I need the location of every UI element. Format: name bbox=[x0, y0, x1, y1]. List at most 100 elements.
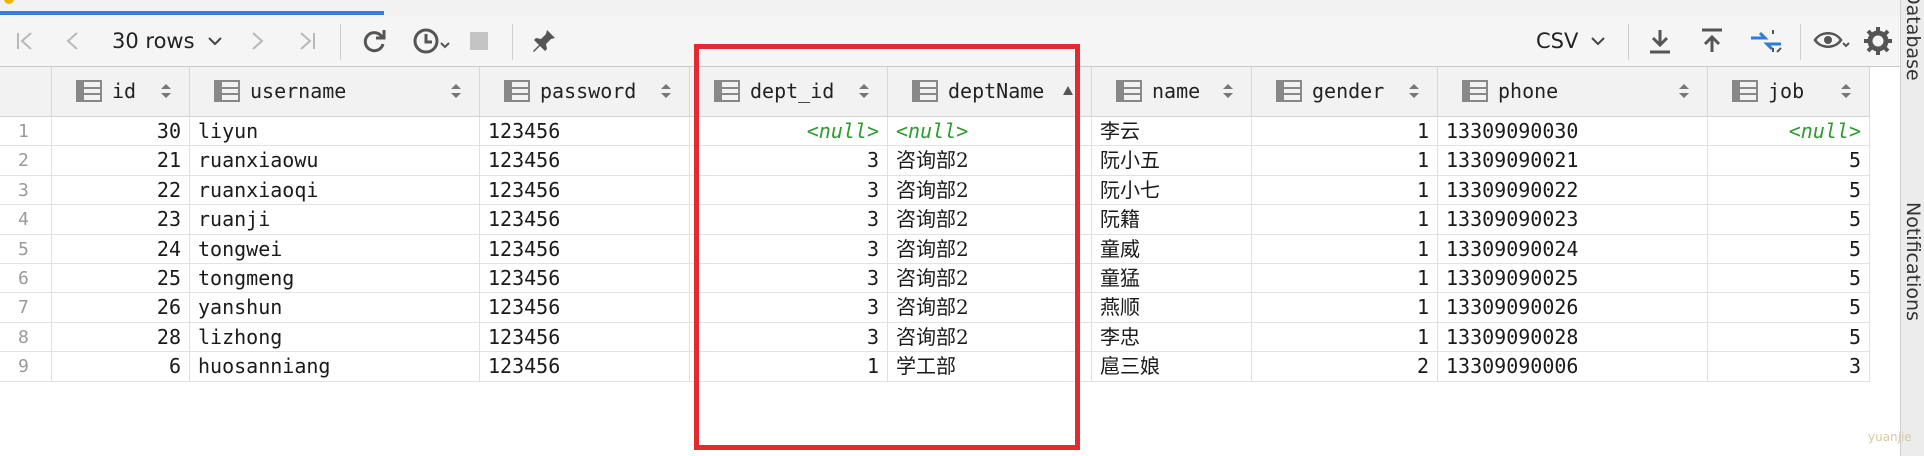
cell-password[interactable]: 123456 bbox=[480, 205, 690, 235]
cell-gender[interactable]: 1 bbox=[1252, 234, 1438, 264]
cell-job[interactable]: 5 bbox=[1708, 205, 1870, 235]
column-header-gender[interactable]: gender bbox=[1252, 67, 1438, 116]
column-header-username[interactable]: username bbox=[190, 67, 480, 116]
cell-dept-id[interactable]: 3 bbox=[690, 146, 888, 176]
cell-dept-id[interactable]: 1 bbox=[690, 352, 888, 382]
cell-phone[interactable]: 13309090006 bbox=[1438, 352, 1708, 382]
cell-job[interactable]: 5 bbox=[1708, 234, 1870, 264]
sort-icon[interactable] bbox=[661, 83, 671, 99]
cell-name[interactable]: 扈三娘 bbox=[1092, 352, 1252, 382]
table-row[interactable]: 7 26 yanshun 123456 3 咨询部2 燕顺 1 13309090026 5 bbox=[0, 293, 1870, 323]
column-header-deptname[interactable]: deptName bbox=[888, 67, 1092, 116]
table-row[interactable]: 1 30 liyun 123456 <null> <null> 李云 1 13309090030… bbox=[0, 117, 1870, 147]
eye-icon[interactable] bbox=[1812, 24, 1852, 58]
cell-name[interactable]: 阮小五 bbox=[1092, 146, 1252, 176]
table-row[interactable]: 6 25 tongmeng 123456 3 咨询部2 童猛 1 13309090025 5 bbox=[0, 264, 1870, 294]
cell-phone[interactable]: 13309090026 bbox=[1438, 293, 1708, 323]
column-header-id[interactable]: id bbox=[52, 67, 190, 116]
table-row[interactable]: 8 28 lizhong 123456 3 咨询部2 李忠 1 13309090028 5 bbox=[0, 322, 1870, 353]
column-header-job[interactable]: job bbox=[1708, 67, 1870, 116]
pin-icon[interactable] bbox=[526, 24, 562, 58]
sort-icon[interactable] bbox=[451, 83, 461, 99]
upload-icon[interactable] bbox=[1694, 24, 1730, 58]
table-row[interactable]: 3 22 ruanxiaoqi 123456 3 咨询部2 阮小七 1 13309090022 5 bbox=[0, 175, 1870, 206]
sort-icon[interactable] bbox=[1679, 83, 1689, 99]
cell-job[interactable]: 5 bbox=[1708, 264, 1870, 294]
cell-id[interactable]: 22 bbox=[52, 175, 190, 206]
cell-id[interactable]: 21 bbox=[52, 146, 190, 176]
cell-name[interactable]: 童猛 bbox=[1092, 264, 1252, 294]
cell-id[interactable]: 23 bbox=[52, 205, 190, 235]
cell-password[interactable]: 123456 bbox=[480, 264, 690, 294]
cell-job[interactable]: 3 bbox=[1708, 352, 1870, 382]
rows-count-dropdown[interactable]: 30 rows bbox=[112, 24, 223, 58]
cell-deptname[interactable]: 咨询部2 bbox=[888, 146, 1092, 176]
cell-password[interactable]: 123456 bbox=[480, 322, 690, 353]
cell-gender[interactable]: 1 bbox=[1252, 175, 1438, 206]
column-header-name[interactable]: name bbox=[1092, 67, 1252, 116]
cell-gender[interactable]: 1 bbox=[1252, 117, 1438, 147]
cell-job[interactable]: 5 bbox=[1708, 175, 1870, 206]
cell-name[interactable]: 阮籍 bbox=[1092, 205, 1252, 235]
cell-phone[interactable]: 13309090023 bbox=[1438, 205, 1708, 235]
cell-deptname[interactable]: 学工部 bbox=[888, 352, 1092, 382]
cell-username[interactable]: yanshun bbox=[190, 293, 480, 323]
cell-name[interactable]: 燕顺 bbox=[1092, 293, 1252, 323]
table-row[interactable]: 2 21 ruanxiaowu 123456 3 咨询部2 阮小五 1 13309090021 5 bbox=[0, 146, 1870, 176]
notifications-panel-tab[interactable]: Notifications bbox=[1902, 202, 1924, 321]
cell-password[interactable]: 123456 bbox=[480, 146, 690, 176]
cell-username[interactable]: tongwei bbox=[190, 234, 480, 264]
sort-icon[interactable] bbox=[161, 83, 171, 99]
column-header-phone[interactable]: phone bbox=[1438, 67, 1708, 116]
download-icon[interactable] bbox=[1642, 24, 1678, 58]
cell-id[interactable]: 6 bbox=[52, 352, 190, 382]
cell-id[interactable]: 28 bbox=[52, 322, 190, 353]
cell-job[interactable]: 5 bbox=[1708, 146, 1870, 176]
database-panel-tab[interactable]: Database bbox=[1902, 0, 1924, 81]
cell-password[interactable]: 123456 bbox=[480, 352, 690, 382]
cell-phone[interactable]: 13309090021 bbox=[1438, 146, 1708, 176]
last-page-icon[interactable] bbox=[290, 24, 324, 58]
cell-gender[interactable]: 1 bbox=[1252, 322, 1438, 353]
table-row[interactable]: 5 24 tongwei 123456 3 咨询部2 童威 1 13309090024 5 bbox=[0, 234, 1870, 264]
refresh-icon[interactable] bbox=[356, 24, 392, 58]
cell-password[interactable]: 123456 bbox=[480, 117, 690, 147]
cell-dept-id[interactable]: <null> bbox=[690, 117, 888, 147]
cell-phone[interactable]: 13309090028 bbox=[1438, 322, 1708, 353]
cell-username[interactable]: ruanxiaowu bbox=[190, 146, 480, 176]
prev-page-icon[interactable] bbox=[56, 24, 90, 58]
cell-username[interactable]: liyun bbox=[190, 117, 480, 147]
cell-job[interactable]: 5 bbox=[1708, 322, 1870, 353]
sort-icon[interactable] bbox=[1841, 83, 1851, 99]
column-header-password[interactable]: password bbox=[480, 67, 690, 116]
cell-deptname[interactable]: 咨询部2 bbox=[888, 175, 1092, 206]
cell-password[interactable]: 123456 bbox=[480, 234, 690, 264]
cell-deptname[interactable]: <null> bbox=[888, 117, 1092, 147]
cell-deptname[interactable]: 咨询部2 bbox=[888, 205, 1092, 235]
cell-job[interactable]: <null> bbox=[1708, 117, 1870, 147]
cell-username[interactable]: ruanji bbox=[190, 205, 480, 235]
export-format-dropdown[interactable]: CSV bbox=[1536, 24, 1606, 58]
cell-gender[interactable]: 1 bbox=[1252, 293, 1438, 323]
cell-id[interactable]: 24 bbox=[52, 234, 190, 264]
cell-id[interactable]: 25 bbox=[52, 264, 190, 294]
cell-dept-id[interactable]: 3 bbox=[690, 264, 888, 294]
cell-dept-id[interactable]: 3 bbox=[690, 175, 888, 206]
cell-phone[interactable]: 13309090025 bbox=[1438, 264, 1708, 294]
table-row[interactable]: 4 23 ruanji 123456 3 咨询部2 阮籍 1 13309090023 5 bbox=[0, 205, 1870, 235]
cell-job[interactable]: 5 bbox=[1708, 293, 1870, 323]
cell-dept-id[interactable]: 3 bbox=[690, 205, 888, 235]
gear-icon[interactable] bbox=[1860, 24, 1896, 58]
next-page-icon[interactable] bbox=[240, 24, 274, 58]
cell-name[interactable]: 童威 bbox=[1092, 234, 1252, 264]
cell-dept-id[interactable]: 3 bbox=[690, 234, 888, 264]
cell-dept-id[interactable]: 3 bbox=[690, 322, 888, 353]
history-icon[interactable] bbox=[410, 24, 454, 58]
cell-phone[interactable]: 13309090022 bbox=[1438, 175, 1708, 206]
cell-gender[interactable]: 1 bbox=[1252, 205, 1438, 235]
cell-id[interactable]: 26 bbox=[52, 293, 190, 323]
compare-icon[interactable] bbox=[1746, 24, 1786, 58]
cell-gender[interactable]: 1 bbox=[1252, 146, 1438, 176]
cell-phone[interactable]: 13309090030 bbox=[1438, 117, 1708, 147]
cell-password[interactable]: 123456 bbox=[480, 293, 690, 323]
